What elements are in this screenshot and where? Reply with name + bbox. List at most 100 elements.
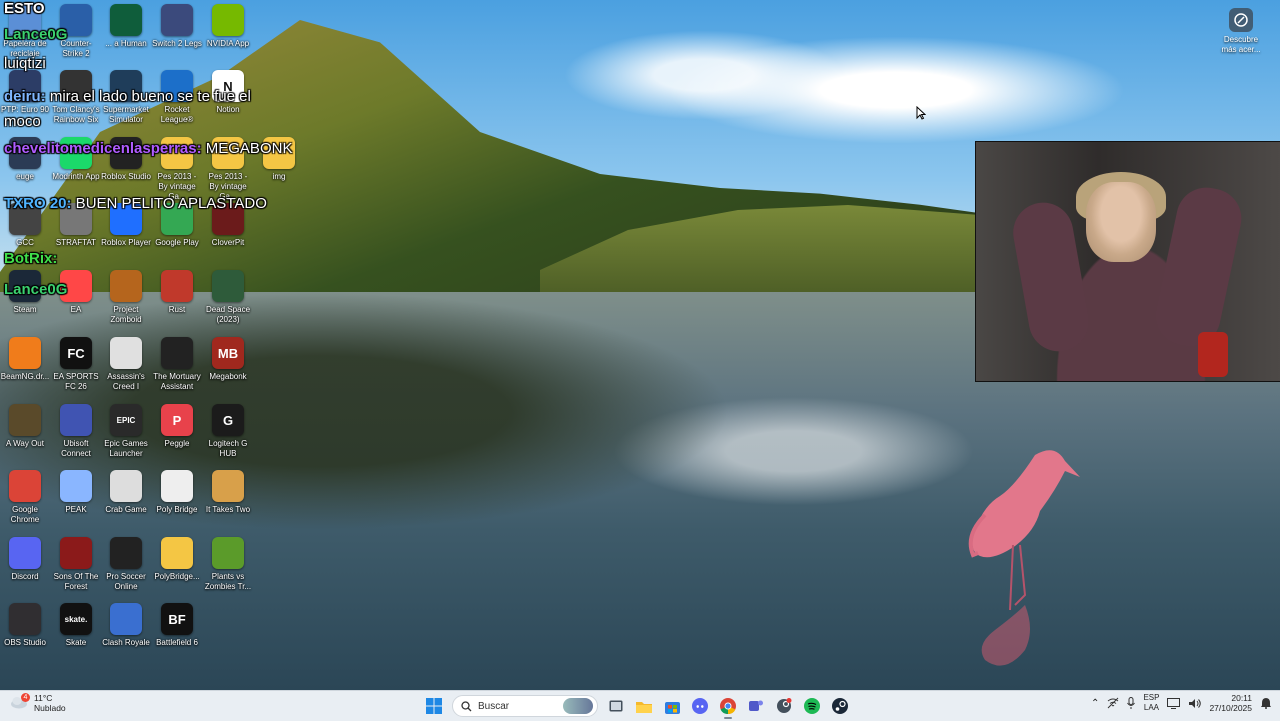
icon-glyph: EPIC <box>116 415 136 425</box>
desktop-icon-label: Roblox Studio <box>101 172 151 181</box>
obs-icon <box>9 603 41 635</box>
desktop-icon-label: Roblox Player <box>101 238 151 247</box>
task-view-icon <box>609 700 623 712</box>
desktop-icon-label: Assassin's Creed I <box>107 372 145 391</box>
teams-icon <box>749 700 763 711</box>
desktop-icon-polybridge[interactable]: Poly Bridge <box>152 470 202 515</box>
network-off-icon[interactable] <box>1107 697 1119 709</box>
chat-text: moco <box>4 113 41 130</box>
crab-game-icon <box>110 470 142 502</box>
microsoft-store-icon <box>664 701 680 714</box>
desktop-icon-megabonk[interactable]: MB Megabonk <box>203 337 253 382</box>
desktop-icon-label: Supermarket Simulator <box>103 105 149 124</box>
desktop-icon-label: euge <box>16 172 34 181</box>
chrome-icon <box>9 470 41 502</box>
discord-icon <box>692 698 708 714</box>
discover-widget[interactable]: Descubre más acer... <box>1218 8 1264 55</box>
desktop-icon-label: Epic Games Launcher <box>104 439 148 458</box>
discover-label: Descubre más acer... <box>1221 35 1261 54</box>
desktop-icon-label: BeamNG.dr... <box>0 372 50 381</box>
desktop-icon-label: PEAK <box>65 505 87 514</box>
desktop-icon-deadspace[interactable]: Dead Space (2023) <box>203 270 253 325</box>
desktop-icon-crabgame[interactable]: Crab Game <box>101 470 151 515</box>
chat-username: Lance0G <box>4 26 68 43</box>
desktop-icon-zomboid[interactable]: Project Zomboid <box>101 270 151 325</box>
desktop-icon-ittakestwo[interactable]: It Takes Two <box>203 470 253 515</box>
desktop-icon-peak[interactable]: PEAK <box>51 470 101 515</box>
desktop-icon-label: Notion <box>216 105 240 114</box>
taskbar-apps: Buscar <box>422 694 852 719</box>
display-icon[interactable] <box>1167 697 1181 709</box>
microphone-icon[interactable] <box>1127 697 1136 709</box>
sons-of-the-forest-icon <box>60 537 92 569</box>
desktop-icon-label: img <box>272 172 286 181</box>
desktop-icon-assassin[interactable]: Assassin's Creed I <box>101 337 151 392</box>
discord-taskbar-button[interactable] <box>688 694 712 718</box>
desktop-icon-label: ... a Human <box>105 39 147 48</box>
chat-text: luiqtizi <box>4 55 46 72</box>
game-icon <box>110 4 142 36</box>
battlefield-icon: BF <box>161 603 193 635</box>
task-view-button[interactable] <box>604 694 628 718</box>
icon-glyph: skate. <box>64 614 88 624</box>
desktop-icon-skate[interactable]: skate. Skate <box>51 603 101 648</box>
desktop-icon-mortuary[interactable]: The Mortuary Assistant <box>152 337 202 392</box>
desktop-icon-label: Rust <box>168 305 186 314</box>
desktop-icon-label: Rocket League® <box>160 105 194 124</box>
language-indicator[interactable]: ESP LAA <box>1143 693 1159 713</box>
teams-taskbar-button[interactable] <box>744 694 768 718</box>
speaker-icon[interactable] <box>1188 698 1202 709</box>
icon-glyph: P <box>172 412 182 428</box>
desktop-icon-label: Sons Of The Forest <box>53 572 99 591</box>
desktop-icon-label: Steam <box>13 305 37 314</box>
desktop-icon-beamng[interactable]: BeamNG.dr... <box>0 337 50 382</box>
chat-message: BotRix: <box>4 250 57 267</box>
desktop-icon-switchlegs[interactable]: Switch 2 Legs <box>152 4 202 49</box>
desktop-icon-epic[interactable]: EPIC Epic Games Launcher <box>101 404 151 459</box>
chrome-taskbar-button[interactable] <box>716 694 740 719</box>
spotify-taskbar-button[interactable] <box>800 694 824 718</box>
chat-username: deiru: <box>4 88 46 105</box>
dead-space-icon <box>212 270 244 302</box>
clash-royale-icon <box>110 603 142 635</box>
taskbar-search-box[interactable]: Buscar <box>452 695 598 717</box>
desktop-icon-discord[interactable]: Discord <box>0 537 50 582</box>
start-button[interactable] <box>422 694 446 718</box>
chat-message: chevelitomedicenlasperras: MEGABONK <box>4 140 292 157</box>
a-way-out-icon <box>9 404 41 436</box>
steam-taskbar-button[interactable] <box>828 694 852 718</box>
notification-bell-icon[interactable] <box>1260 697 1272 709</box>
language-code: ESP <box>1143 693 1160 702</box>
desktop-icon-chrome[interactable]: Google Chrome <box>0 470 50 525</box>
desktop-icon-obs[interactable]: OBS Studio <box>0 603 50 648</box>
desktop-icon-awayout[interactable]: A Way Out <box>0 404 50 449</box>
desktop-icon-clashroyale[interactable]: Clash Royale <box>101 603 151 648</box>
steam-overlay-taskbar-button[interactable] <box>772 694 796 718</box>
desktop-icon-polybridgefolder[interactable]: PolyBridge... <box>152 537 202 582</box>
skate-icon: skate. <box>60 603 92 635</box>
desktop-icon-human[interactable]: ... a Human <box>101 4 151 49</box>
desktop-icon-nvidia[interactable]: NVIDIA App <box>203 4 253 49</box>
game-icon <box>161 4 193 36</box>
webcam-overlay <box>975 141 1280 382</box>
chat-text: MEGABONK <box>201 140 293 157</box>
desktop-icon-rust[interactable]: Rust <box>152 270 202 315</box>
mouse-cursor-icon <box>916 106 926 120</box>
desktop-icon-peggle[interactable]: P Peggle <box>152 404 202 449</box>
desktop-icon-fc26[interactable]: FC EA SPORTS FC 26 <box>51 337 101 392</box>
chevron-up-icon[interactable]: ⌃ <box>1091 698 1099 709</box>
microsoft-store-button[interactable] <box>660 694 684 718</box>
taskbar-clock[interactable]: 20:11 27/10/2025 <box>1209 693 1252 713</box>
assassins-creed-icon <box>110 337 142 369</box>
desktop-icon-prosoccer[interactable]: Pro Soccer Online <box>101 537 151 592</box>
desktop-icon-logitech[interactable]: G Logitech G HUB <box>203 404 253 459</box>
chat-username: BotRix: <box>4 250 58 267</box>
desktop-icon-bf6[interactable]: BF Battlefield 6 <box>152 603 202 648</box>
desktop-icon-sonsforest[interactable]: Sons Of The Forest <box>51 537 101 592</box>
desktop-icon-ubisoft[interactable]: Ubisoft Connect <box>51 404 101 459</box>
nvidia-icon <box>212 4 244 36</box>
file-explorer-button[interactable] <box>632 694 656 718</box>
weather-widget[interactable]: 4 11°C Nublado <box>10 693 66 713</box>
desktop-icon-pvz[interactable]: Plants vs Zombies Tr... <box>203 537 253 592</box>
windows-start-icon <box>426 698 442 714</box>
